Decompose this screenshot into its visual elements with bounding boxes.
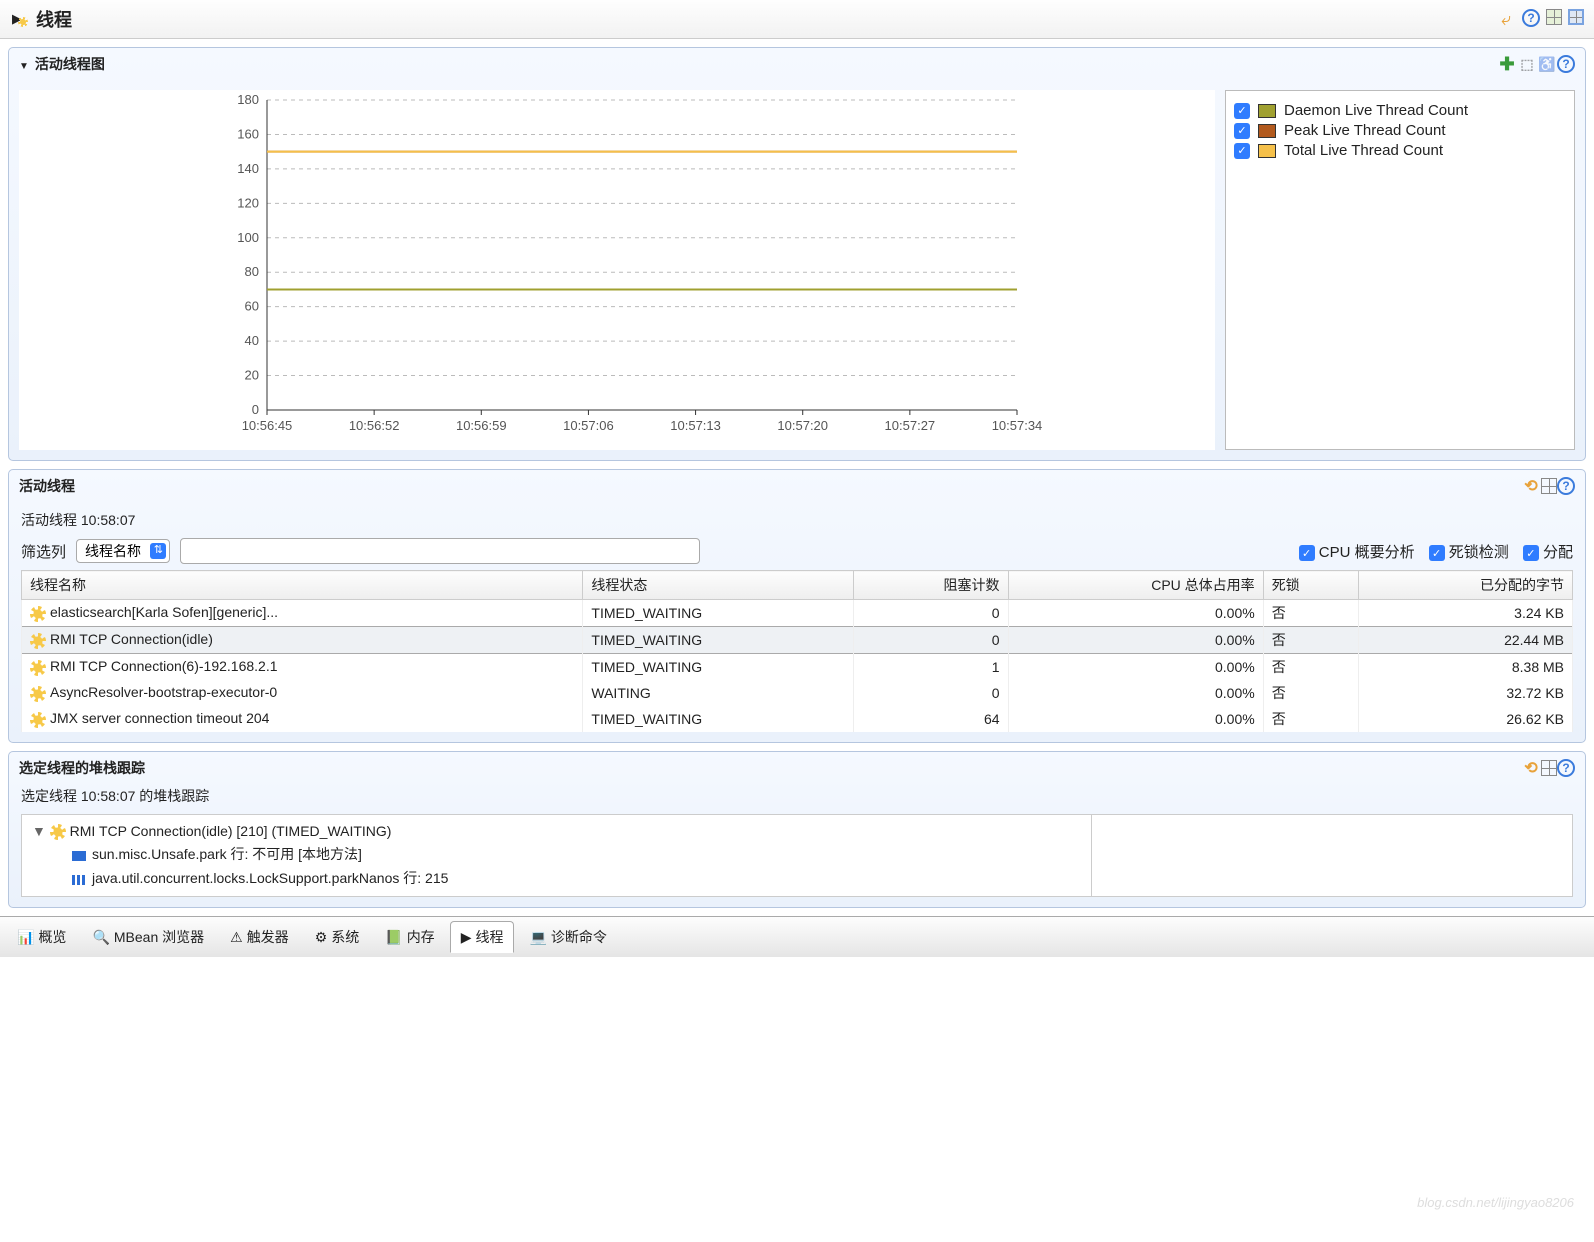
tab-6[interactable]: 💻诊断命令	[518, 921, 617, 953]
run-icon: ▶	[10, 9, 30, 29]
filter-input[interactable]	[180, 538, 700, 564]
svg-text:10:57:20: 10:57:20	[777, 418, 828, 433]
filter-label: 筛选列	[21, 541, 66, 562]
legend-item[interactable]: ✓Daemon Live Thread Count	[1234, 102, 1566, 119]
stack-options-icon[interactable]	[1541, 760, 1557, 776]
stack-subtitle: 选定线程 10:58:07 的堆栈跟踪	[9, 786, 1585, 806]
column-header[interactable]: 线程名称	[22, 571, 583, 600]
svg-text:180: 180	[237, 92, 259, 107]
column-header[interactable]: CPU 总体占用率	[1008, 571, 1263, 600]
stack-refresh-icon[interactable]: ⟲	[1521, 758, 1541, 778]
stack-frame[interactable]: java.util.concurrent.locks.LockSupport.p…	[32, 866, 1081, 890]
column-header[interactable]: 阻塞计数	[853, 571, 1008, 600]
view-list-icon[interactable]	[1568, 9, 1584, 25]
help-icon[interactable]: ?	[1522, 9, 1540, 27]
collapse-toggle[interactable]	[19, 56, 35, 72]
table-row[interactable]: JMX server connection timeout 204 TIMED_…	[22, 706, 1573, 732]
column-header[interactable]: 线程状态	[583, 571, 854, 600]
cpu-profiling-checkbox[interactable]: ✓ CPU 概要分析	[1299, 541, 1415, 562]
accessibility-icon[interactable]: ♿	[1537, 54, 1557, 74]
legend-item[interactable]: ✓Peak Live Thread Count	[1234, 122, 1566, 139]
chart-panel-title: 活动线程图	[35, 54, 1497, 74]
svg-text:80: 80	[245, 264, 259, 279]
column-header[interactable]: 已分配的字节	[1359, 571, 1573, 600]
legend-item[interactable]: ✓Total Live Thread Count	[1234, 142, 1566, 159]
back-icon[interactable]: ⤶	[1496, 9, 1516, 29]
svg-text:140: 140	[237, 161, 259, 176]
stack-help-icon[interactable]: ?	[1557, 759, 1575, 777]
tab-0[interactable]: 📊概览	[6, 921, 77, 953]
tab-icon: ⚙	[315, 929, 328, 946]
tab-3[interactable]: ⚙系统	[304, 921, 371, 953]
threads-panel: 活动线程 ⟲ ? 活动线程 10:58:07 筛选列 线程名称 ✓ CPU 概要…	[8, 469, 1586, 743]
tab-2[interactable]: ⚠触发器	[219, 921, 300, 953]
export-icon[interactable]: ⬚	[1517, 54, 1537, 74]
deadlock-detect-checkbox[interactable]: ✓ 死锁检测	[1429, 541, 1509, 562]
svg-text:10:56:59: 10:56:59	[456, 418, 507, 433]
threads-help-icon[interactable]: ?	[1557, 477, 1575, 495]
table-row[interactable]: elasticsearch[Karla Sofen][generic]... T…	[22, 600, 1573, 627]
svg-text:20: 20	[245, 368, 259, 383]
stack-trace-tree[interactable]: RMI TCP Connection(idle) [210] (TIMED_WA…	[22, 815, 1092, 896]
refresh-icon[interactable]: ⟲	[1521, 476, 1541, 496]
view-grid-icon[interactable]	[1546, 9, 1562, 25]
page-header: ▶ 线程 ⤶ ?	[0, 0, 1594, 39]
page-title: 线程	[36, 6, 1496, 32]
table-row[interactable]: RMI TCP Connection(idle) TIMED_WAITING00…	[22, 627, 1573, 654]
tab-icon: ⚠	[230, 929, 243, 946]
table-row[interactable]: RMI TCP Connection(6)-192.168.2.1 TIMED_…	[22, 654, 1573, 681]
watermark: blog.csdn.net/lijingyao8206	[1417, 1195, 1574, 1210]
svg-text:60: 60	[245, 299, 259, 314]
svg-text:0: 0	[252, 402, 259, 417]
tab-icon: 🔍	[92, 929, 109, 946]
allocation-checkbox[interactable]: ✓ 分配	[1523, 541, 1573, 562]
tab-icon: ▶	[461, 929, 472, 946]
tab-icon: 📗	[385, 929, 402, 946]
tab-4[interactable]: 📗内存	[374, 921, 445, 953]
svg-text:10:56:45: 10:56:45	[242, 418, 293, 433]
svg-text:10:57:27: 10:57:27	[885, 418, 936, 433]
svg-text:10:57:13: 10:57:13	[670, 418, 721, 433]
tab-icon: 💻	[529, 929, 546, 946]
stack-detail-pane	[1092, 815, 1572, 896]
filter-column-select[interactable]: 线程名称	[76, 539, 170, 563]
stack-frame[interactable]: sun.misc.Unsafe.park 行: 不可用 [本地方法]	[32, 842, 1081, 866]
chart-help-icon[interactable]: ?	[1557, 55, 1575, 73]
thread-chart: 0 20 40 60 80 100 120 140 160 180 10:56:45 10:56:52…	[19, 90, 1215, 450]
tab-5[interactable]: ▶线程	[450, 921, 515, 953]
table-row[interactable]: AsyncResolver-bootstrap-executor-0 WAITI…	[22, 680, 1573, 706]
svg-text:10:56:52: 10:56:52	[349, 418, 400, 433]
threads-timestamp: 活动线程 10:58:07	[21, 510, 1573, 530]
stack-root[interactable]: RMI TCP Connection(idle) [210] (TIMED_WA…	[32, 821, 1081, 842]
svg-text:10:57:06: 10:57:06	[563, 418, 614, 433]
chart-panel: 活动线程图 ✚ ⬚ ♿ ? 0 20 40 60 80 100 120 140 160 180 10…	[8, 47, 1586, 461]
threads-table: 线程名称线程状态阻塞计数CPU 总体占用率死锁已分配的字节 elasticsea…	[21, 570, 1573, 732]
threads-panel-title: 活动线程	[19, 476, 1521, 496]
svg-text:160: 160	[237, 126, 259, 141]
tab-icon: 📊	[17, 929, 34, 946]
table-options-icon[interactable]	[1541, 478, 1557, 494]
svg-text:100: 100	[237, 230, 259, 245]
column-header[interactable]: 死锁	[1263, 571, 1358, 600]
add-chart-icon[interactable]: ✚	[1497, 54, 1517, 74]
stack-panel: 选定线程的堆栈跟踪 ⟲ ? 选定线程 10:58:07 的堆栈跟踪 RMI TC…	[8, 751, 1586, 908]
svg-text:120: 120	[237, 195, 259, 210]
stack-panel-title: 选定线程的堆栈跟踪	[19, 758, 1521, 778]
svg-text:10:57:34: 10:57:34	[992, 418, 1043, 433]
tab-1[interactable]: 🔍MBean 浏览器	[81, 921, 215, 953]
svg-text:40: 40	[245, 333, 259, 348]
bottom-tabs: 📊概览🔍MBean 浏览器⚠触发器⚙系统📗内存▶线程💻诊断命令	[0, 916, 1594, 957]
chart-legend: ✓Daemon Live Thread Count ✓Peak Live Thre…	[1225, 90, 1575, 450]
